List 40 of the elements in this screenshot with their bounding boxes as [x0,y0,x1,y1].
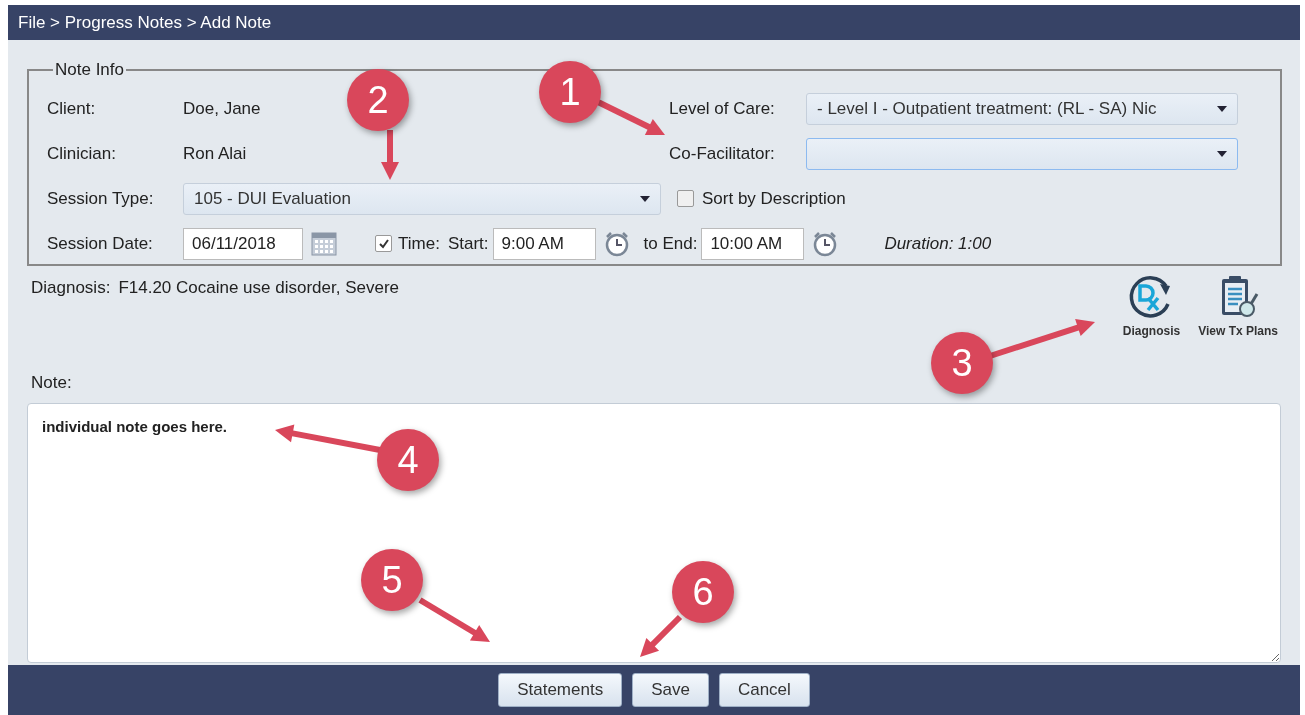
breadcrumb: File > Progress Notes > Add Note [18,12,272,33]
caret-icon [1217,105,1227,112]
clinician-name: Ron Alai [183,143,247,163]
checkbox-label: Sort by Description [702,188,846,209]
field-label: Co-Facilitator: [669,143,776,164]
field-label: Clinician: [47,143,117,164]
diagnosis-button[interactable]: Diagnosis [1122,274,1181,358]
level-of-care-dropdown[interactable]: - Level I - Outpatient treatment: (RL - SA) Nic [806,92,1238,125]
field-label: Client: [47,98,97,119]
caret-icon [1217,150,1227,157]
checkbox-label: Time: [398,233,440,254]
field-label: to End: [643,233,698,254]
callout-arrow [596,99,665,136]
panel-legend: Note Info [53,60,126,80]
clock-icon[interactable] [812,230,839,257]
checkbox[interactable] [375,235,392,252]
checkbox[interactable] [677,190,694,207]
view-tx-plans-button[interactable]: View Tx Plans [1198,274,1278,358]
footer-button[interactable]: Save [632,673,709,707]
footer-button[interactable]: Statements [498,673,623,707]
field-label: Start: [447,233,489,254]
diagnosis-text: F14.20 Cocaine use disorder, Severe [118,278,400,299]
calendar-icon[interactable] [311,231,337,256]
field-label: Session Date: [47,233,154,254]
client-name: Doe, Jane [183,98,261,118]
date-field[interactable]: 06/11/2018 [183,227,303,260]
callout-arrow [381,130,399,180]
session-type-dropdown[interactable]: 105 - DUI Evaluation [183,182,661,215]
field-label: Level of Care: [669,98,776,119]
caret-icon [640,195,650,202]
callout-arrow [418,597,490,642]
diagnosis-label: Diagnosis: [31,278,111,299]
clock-icon[interactable] [603,230,630,257]
footer-button[interactable]: Cancel [718,673,810,707]
end-time-field[interactable]: 10:00 AM [701,227,805,260]
note-label: Note: [31,373,73,393]
start-time-field[interactable]: 9:00 AM [492,227,596,260]
field-label: Session Type: [47,188,155,209]
callout-arrow [640,614,683,657]
duration-text: Duration: 1:00 [884,233,992,254]
